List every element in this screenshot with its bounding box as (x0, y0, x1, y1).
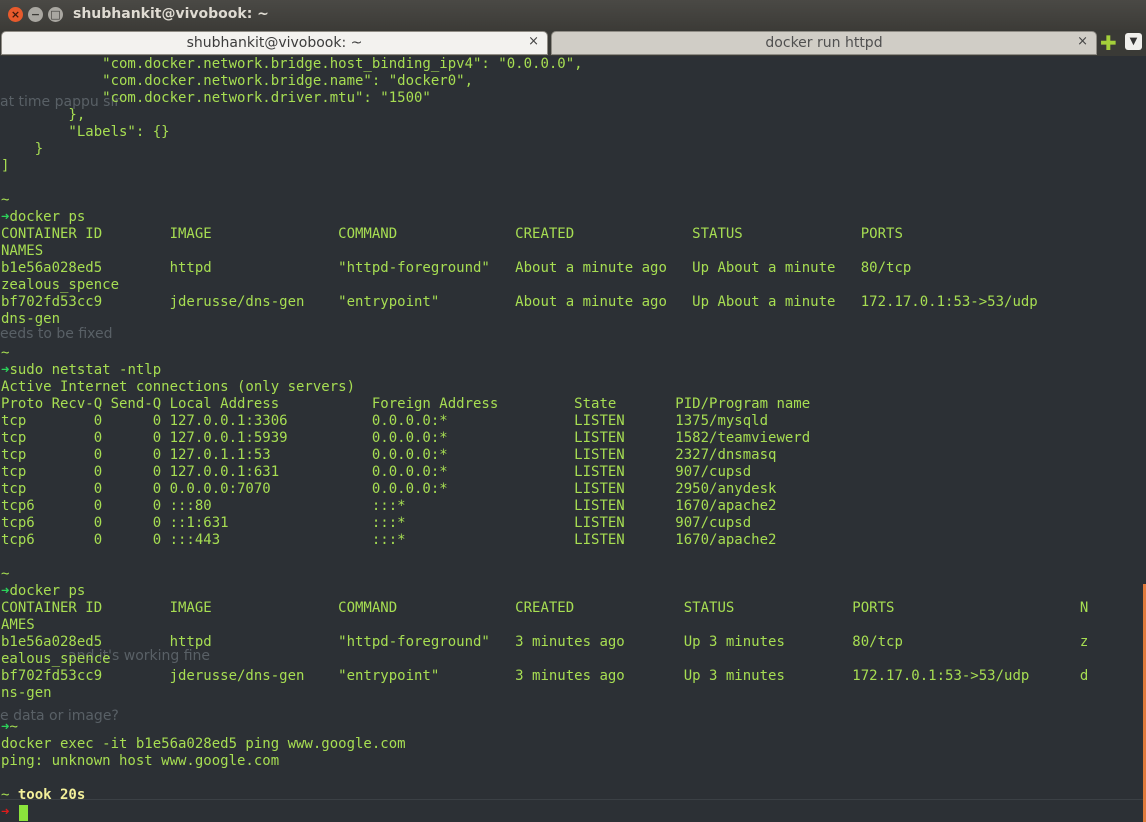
terminal-line: ns-gen (1, 685, 52, 701)
command-text: docker ps (9, 583, 86, 599)
terminal-line: b1e56a028ed5 httpd "httpd-foreground" Ab… (1, 260, 912, 276)
terminal-line: tcp 0 0 127.0.1.1:53 0.0.0.0:* LISTEN 23… (1, 447, 777, 463)
terminal-line: ping: unknown host www.google.com (1, 753, 280, 769)
divider (0, 799, 1146, 800)
ghost-text: eeds to be fixed (0, 326, 113, 342)
prompt-tilde: ~ (1, 787, 18, 803)
tab-label: docker run httpd (765, 35, 883, 51)
command-duration: took 20s (17, 787, 86, 803)
terminal-line: "Labels": {} (1, 124, 170, 140)
terminal-line: ➜~ (1, 719, 18, 736)
terminal-line: Active Internet connections (only server… (1, 379, 356, 395)
terminal-line: tcp 0 0 127.0.0.1:5939 0.0.0.0:* LISTEN … (1, 430, 811, 446)
terminal-line: ➜sudo netstat -ntlp (1, 362, 161, 379)
window-maximize-button[interactable]: □ (48, 7, 63, 22)
terminal-line: tcp6 0 0 ::1:631 :::* LISTEN 907/cupsd (1, 515, 752, 531)
tab-docker-run-httpd[interactable]: docker run httpd × (551, 31, 1097, 55)
prompt-error-arrow-icon: ➜ (1, 804, 10, 820)
window-close-button[interactable]: × (8, 7, 23, 22)
terminal-output[interactable]: at time pappu sir eeds to be fixed and i… (0, 56, 1146, 822)
tab-bar: shubhankit@vivobook: ~ × docker run http… (0, 30, 1146, 56)
tab-label: shubhankit@vivobook: ~ (186, 35, 363, 51)
window-titlebar: × − □ shubhankit@vivobook: ~ (0, 0, 1146, 30)
terminal-line: tcp 0 0 0.0.0.0:7070 0.0.0.0:* LISTEN 29… (1, 481, 777, 497)
terminal-line: dns-gen (1, 311, 61, 327)
terminal-line: "com.docker.network.bridge.name": "docke… (1, 73, 474, 89)
terminal-line: zealous_spence (1, 277, 120, 293)
terminal-line: ~ (1, 566, 10, 582)
terminal-line: ~ (1, 192, 10, 208)
terminal-line: }, (1, 107, 86, 123)
tab-close-icon[interactable]: × (528, 34, 539, 49)
terminal-line: CONTAINER ID IMAGE COMMAND CREATED STATU… (1, 226, 903, 242)
terminal-line: bf702fd53cc9 jderusse/dns-gen "entrypoin… (1, 294, 1038, 310)
terminal-line: ➜ (1, 804, 9, 821)
new-tab-plus-icon[interactable]: ✚ (1100, 33, 1117, 53)
tab-shubhankit-home[interactable]: shubhankit@vivobook: ~ × (1, 31, 548, 55)
terminal-line: ~ (1, 345, 10, 361)
terminal-line: ➜docker ps (1, 209, 85, 226)
terminal-line: ➜docker ps (1, 583, 85, 600)
terminal-line: CONTAINER ID IMAGE COMMAND CREATED STATU… (1, 600, 1089, 616)
terminal-line: Proto Recv-Q Send-Q Local Address Foreig… (1, 396, 811, 412)
window-minimize-button[interactable]: − (28, 7, 43, 22)
tab-menu-chevron-down-icon[interactable]: ▼ (1125, 33, 1142, 50)
terminal-line: "com.docker.network.bridge.host_binding_… (1, 56, 583, 72)
terminal-line: tcp6 0 0 :::80 :::* LISTEN 1670/apache2 (1, 498, 777, 514)
terminal-line: bf702fd53cc9 jderusse/dns-gen "entrypoin… (1, 668, 1089, 684)
terminal-line: tcp6 0 0 :::443 :::* LISTEN 1670/apache2 (1, 532, 777, 548)
command-text: docker ps (9, 209, 86, 225)
terminal-line: } (1, 141, 44, 157)
terminal-line: "com.docker.network.driver.mtu": "1500" (1, 90, 431, 106)
terminal-line: tcp 0 0 127.0.0.1:631 0.0.0.0:* LISTEN 9… (1, 464, 752, 480)
terminal-line: ealous_spence (1, 651, 111, 667)
terminal-line: AMES (1, 617, 35, 633)
tab-close-icon[interactable]: × (1077, 34, 1088, 49)
window-title: shubhankit@vivobook: ~ (73, 6, 269, 22)
terminal-line: docker exec -it b1e56a028ed5 ping www.go… (1, 736, 406, 752)
terminal-line: b1e56a028ed5 httpd "httpd-foreground" 3 … (1, 634, 1089, 650)
terminal-line: ] (1, 158, 10, 174)
command-text: sudo netstat -ntlp (9, 362, 162, 378)
terminal-line: tcp 0 0 127.0.0.1:3306 0.0.0.0:* LISTEN … (1, 413, 769, 429)
command-text: ~ (9, 719, 18, 735)
terminal-line: ~ took 20s (1, 787, 85, 804)
terminal-cursor (19, 805, 28, 821)
terminal-line: NAMES (1, 243, 44, 259)
